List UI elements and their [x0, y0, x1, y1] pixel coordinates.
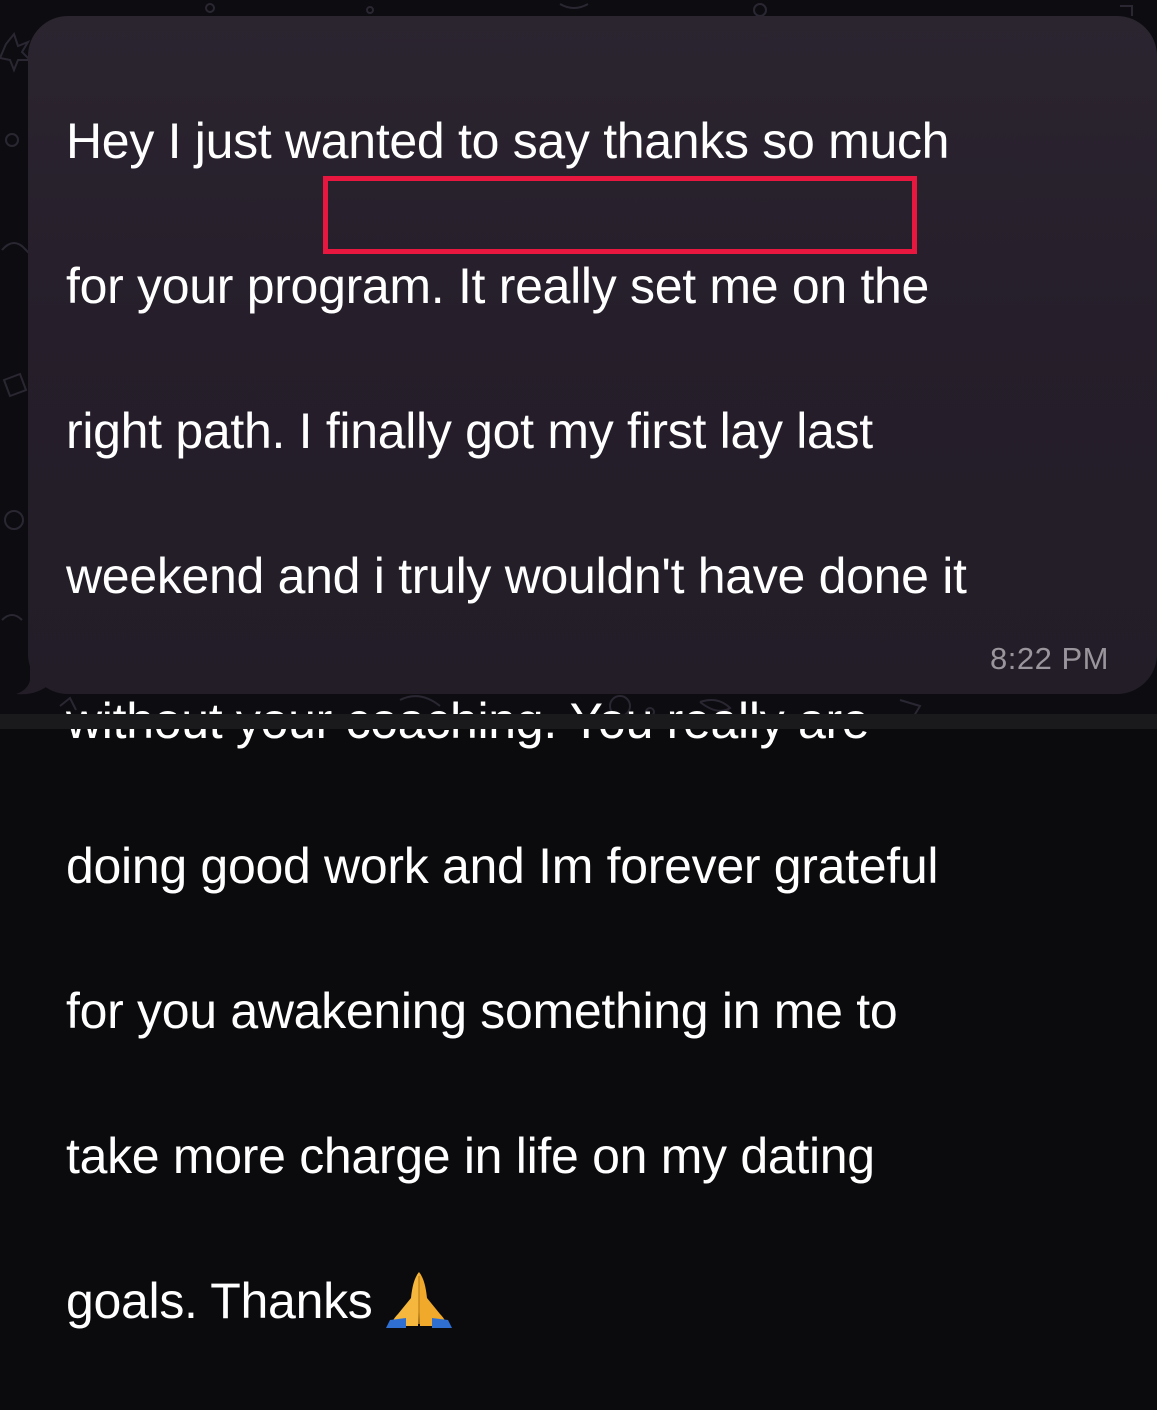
message-line: take more charge in life on my dating	[66, 1120, 1146, 1193]
bottom-bar	[0, 714, 1157, 729]
message-line: goals. Thanks	[66, 1273, 372, 1329]
message-line: weekend and i truly wouldn't have done i…	[66, 540, 1146, 613]
message-line: for your program. It really set me on th…	[66, 250, 1146, 323]
message-timestamp: 8:22 PM	[990, 641, 1109, 677]
message-line: for you awakening something in me to	[66, 975, 1146, 1048]
message-line: Hey I just wanted to say thanks so much	[66, 105, 1146, 178]
message-line: right path. I finally got my first lay l…	[66, 395, 1146, 468]
folded-hands-emoji	[384, 1268, 454, 1328]
message-line-last: goals. Thanks	[66, 1265, 1146, 1338]
message-line: doing good work and Im forever grateful	[66, 830, 1146, 903]
